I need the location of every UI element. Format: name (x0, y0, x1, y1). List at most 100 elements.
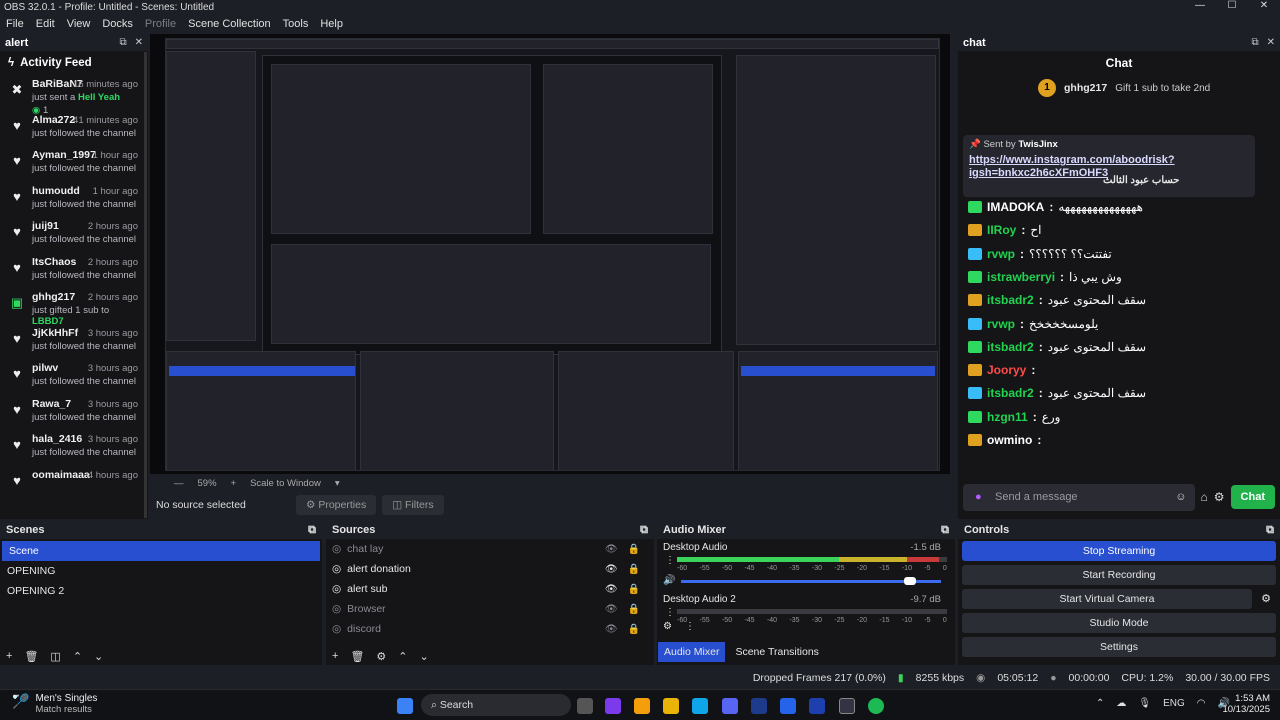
source-item[interactable]: ◎ chat lay 👁 🔒 (326, 539, 654, 559)
chat-username[interactable]: itsbadr2 (987, 293, 1034, 307)
tab-audio-mixer[interactable]: Audio Mixer (658, 642, 726, 662)
lock-icon[interactable]: 🔒 (628, 544, 640, 555)
clock-time[interactable]: 1:53 AM (1204, 693, 1270, 704)
menu-scene-collection[interactable]: Scene Collection (182, 18, 277, 30)
filters-button[interactable]: ◫ Filters (382, 494, 444, 515)
chevron-up-icon[interactable]: ⌃ (1096, 698, 1104, 709)
scale-select[interactable]: Scale to Window (250, 478, 321, 489)
properties-button[interactable]: ⚙ Properties (296, 494, 377, 515)
start-recording-button[interactable]: Start Recording (962, 565, 1276, 585)
float-icon[interactable]: ⧉ (1266, 524, 1274, 537)
eye-off-icon[interactable]: 👁 (605, 604, 618, 615)
source-item[interactable]: ◎ Browser 👁 🔒 (326, 599, 654, 619)
add-icon[interactable]: + (6, 650, 12, 663)
float-icon[interactable]: ⧉ (308, 524, 316, 537)
player-icon[interactable] (780, 698, 796, 714)
windows-start-icon[interactable] (397, 698, 413, 714)
mic-icon[interactable]: 🎙 (1138, 698, 1151, 709)
chat-username[interactable]: rvwp (987, 317, 1015, 331)
float-icon[interactable]: ⧉ (640, 524, 648, 537)
folder-icon[interactable] (663, 698, 679, 714)
spotify-icon[interactable] (868, 698, 884, 714)
filter-icon[interactable]: ◫ (50, 650, 60, 663)
zoom-in-button[interactable]: + (231, 478, 237, 489)
trash-icon[interactable]: 🗑 (24, 650, 38, 663)
lock-icon[interactable]: 🔒 (628, 624, 640, 635)
chat-send-button[interactable]: Chat (1230, 485, 1275, 509)
close-button[interactable]: ✕ (1248, 0, 1280, 11)
copilot-icon[interactable] (605, 698, 621, 714)
close-icon[interactable]: ✕ (1267, 37, 1275, 48)
obs-icon[interactable] (839, 698, 855, 714)
menu-file[interactable]: File (0, 18, 30, 30)
language[interactable]: ENG (1163, 698, 1185, 709)
chevron-up-icon[interactable]: ⌃ (398, 650, 407, 663)
lock-icon[interactable]: 🔒 (628, 584, 640, 595)
eye-off-icon[interactable]: 👁 (605, 624, 618, 635)
tab-scene-transitions[interactable]: Scene Transitions (725, 642, 828, 662)
chat-username[interactable]: itsbadr2 (987, 340, 1034, 354)
chat-username[interactable]: itsbadr2 (987, 386, 1034, 400)
pinned-message[interactable]: 📌 Sent by TwisJinx https://www.instagram… (963, 135, 1255, 197)
app-icon[interactable] (809, 698, 825, 714)
more-icon[interactable]: ⋮ (665, 555, 675, 566)
chevron-down-icon[interactable]: ▾ (335, 478, 340, 489)
scene-item[interactable]: OPENING 2 (0, 581, 322, 601)
eye-icon[interactable]: 👁 (605, 564, 618, 575)
add-icon[interactable]: + (332, 650, 338, 663)
menu-profile[interactable]: Profile (139, 18, 182, 30)
volume-icon[interactable]: 🔊 (663, 575, 675, 586)
source-item[interactable]: ◎ alert donation 👁 🔒 (326, 559, 654, 579)
scene-item[interactable]: Scene (2, 541, 320, 561)
chat-username[interactable]: IIRoy (987, 223, 1016, 237)
menu-docks[interactable]: Docks (96, 18, 139, 30)
source-item[interactable]: ◎ alert sub 👁 🔒 (326, 579, 654, 599)
chat-username[interactable]: IMADOKA (987, 200, 1044, 214)
task-view-icon[interactable] (577, 698, 593, 714)
chat-input[interactable]: ● Send a message ☺ (963, 483, 1195, 511)
menu-edit[interactable]: Edit (30, 18, 61, 30)
store-icon[interactable]: ⌂ (1201, 490, 1208, 504)
emoji-icon[interactable]: ☺ (1175, 484, 1186, 511)
chat-username[interactable]: Jooryy (987, 363, 1026, 377)
chevron-down-icon[interactable]: ⌄ (420, 650, 429, 663)
lock-icon[interactable]: 🔒 (628, 604, 640, 615)
scene-item[interactable]: OPENING (0, 561, 322, 581)
gear-icon[interactable]: ⚙ (663, 621, 672, 632)
chat-username[interactable]: istrawberryi (987, 270, 1055, 284)
menu-help[interactable]: Help (314, 18, 349, 30)
volume-slider[interactable] (681, 577, 941, 585)
chat-username[interactable]: owmino (987, 433, 1032, 447)
stop-streaming-button[interactable]: Stop Streaming (962, 541, 1276, 561)
preview-canvas[interactable] (150, 34, 950, 474)
chevron-up-icon[interactable]: ⌃ (73, 650, 82, 663)
eye-off-icon[interactable]: 👁 (605, 544, 618, 555)
float-icon[interactable]: ⧉ (1251, 37, 1258, 48)
eye-icon[interactable]: 👁 (605, 584, 618, 595)
maximize-button[interactable]: ☐ (1216, 0, 1248, 11)
float-icon[interactable]: ⧉ (119, 37, 126, 48)
chat-username[interactable]: hzgn11 (987, 410, 1028, 424)
gear-icon[interactable]: ⚙ (1256, 589, 1276, 609)
start-virtual-camera-button[interactable]: Start Virtual Camera (962, 589, 1252, 609)
alert-scrollbar[interactable] (144, 52, 147, 518)
studio-mode-button[interactable]: Studio Mode (962, 613, 1276, 633)
steam-icon[interactable] (751, 698, 767, 714)
trash-icon[interactable]: 🗑 (350, 650, 364, 663)
menu-view[interactable]: View (61, 18, 97, 30)
gift-banner[interactable]: 1 ghhg217 Gift 1 sub to take 2nd (958, 75, 1280, 97)
clock-date[interactable]: 10/13/2025 (1204, 704, 1270, 715)
minimize-button[interactable]: — (1184, 0, 1216, 11)
more-icon[interactable]: ⋮ (685, 621, 695, 632)
lock-icon[interactable]: 🔒 (628, 564, 640, 575)
settings-button[interactable]: Settings (962, 637, 1276, 657)
discord-icon[interactable] (722, 698, 738, 714)
float-icon[interactable]: ⧉ (941, 524, 949, 537)
cloud-icon[interactable]: ☁ (1116, 698, 1126, 709)
source-item[interactable]: ◎ discord 👁 🔒 (326, 619, 654, 639)
widget-news[interactable]: 🏸 Men's Singles Match results (12, 693, 97, 715)
zoom-out-button[interactable]: — (174, 478, 184, 489)
taskbar-search[interactable]: ⌕ Search (421, 694, 571, 716)
volume-knob[interactable] (903, 577, 916, 585)
gear-icon[interactable]: ⚙ (1214, 490, 1225, 504)
